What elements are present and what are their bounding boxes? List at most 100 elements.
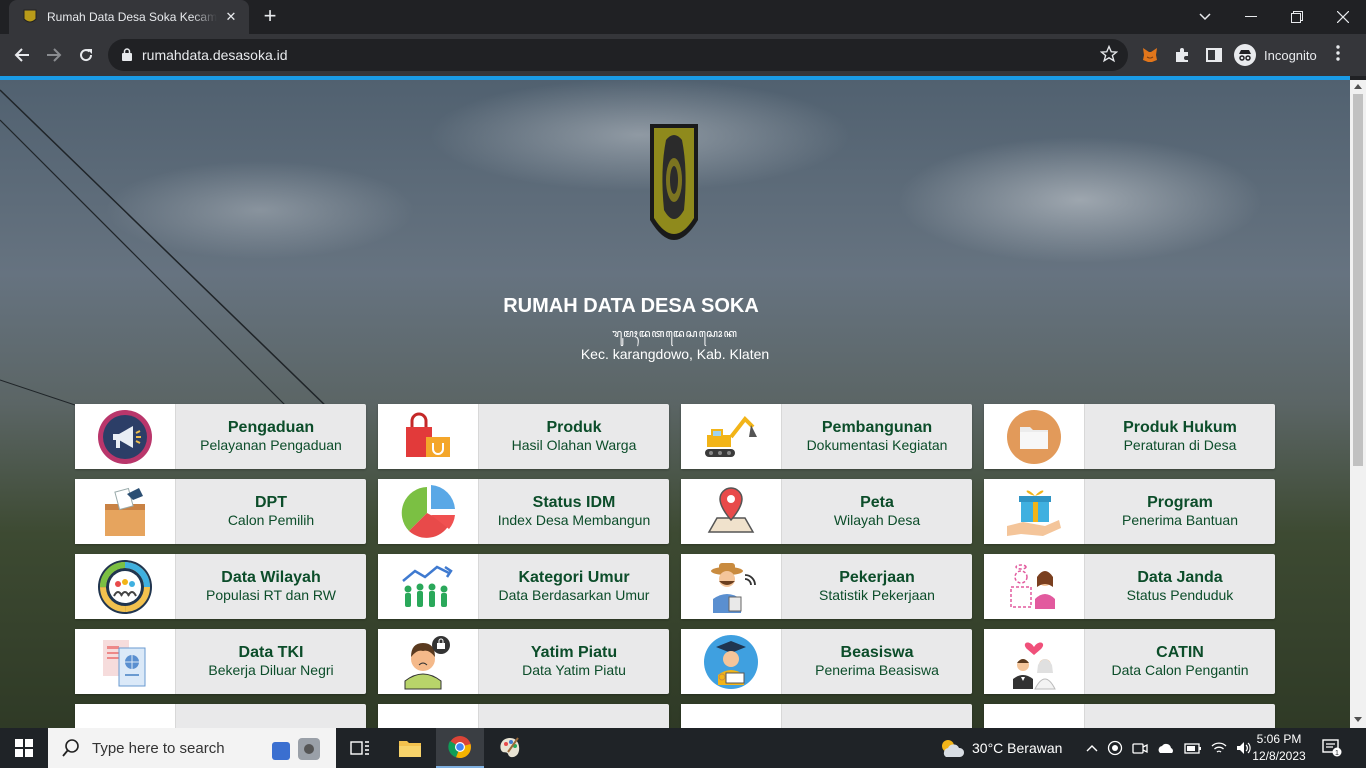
search-highlight-icon (272, 738, 320, 760)
card-title: Data Wilayah (221, 569, 321, 586)
menu-card-pengaduan[interactable]: Pengaduan Pelayanan Pengaduan (75, 404, 366, 469)
card-title: Pengaduan (227, 419, 315, 436)
url-text: rumahdata.desasoka.id (142, 47, 288, 63)
menu-card-data-wilayah[interactable]: Data Wilayah Populasi RT dan RW (75, 554, 366, 619)
weather-widget[interactable]: 30°C Berawan (938, 728, 1062, 768)
chrome-taskbar-button[interactable] (436, 728, 484, 768)
battery-icon[interactable] (1184, 741, 1202, 755)
menu-card-partial[interactable] (75, 704, 366, 728)
browser-toolbar: rumahdata.desasoka.id Incognito (0, 34, 1366, 76)
graduate-icon (704, 634, 758, 689)
taskbar-search-box[interactable]: Type here to search (48, 728, 336, 768)
menu-card-produk-hukum[interactable]: Produk Hukum Peraturan di Desa (984, 404, 1275, 469)
menu-card-catin[interactable]: CATIN Data Calon Pengantin (984, 629, 1275, 694)
menu-card-peta[interactable]: Peta Wilayah Desa (681, 479, 972, 544)
widow-icon (1010, 563, 1055, 609)
side-panel-icon[interactable] (1204, 45, 1224, 65)
search-icon (62, 739, 79, 757)
menu-card-beasiswa[interactable]: Beasiswa Penerima Beasiswa (681, 629, 972, 694)
card-subtitle: Penerima Bantuan (1122, 512, 1238, 528)
record-icon[interactable] (1107, 740, 1123, 756)
file-explorer-button[interactable] (386, 728, 434, 768)
card-title: Pekerjaan (839, 569, 915, 586)
partly-cloudy-icon (942, 740, 965, 757)
menu-card-produk[interactable]: Produk Hasil Olahan Warga (378, 404, 669, 469)
site-title: RUMAH DATA DESA SOKA (503, 295, 759, 317)
card-title: Data TKI (238, 644, 304, 661)
task-view-button[interactable] (336, 728, 384, 768)
metamask-extension-icon[interactable] (1140, 45, 1160, 65)
tab-search-icon[interactable] (1182, 0, 1228, 34)
menu-card-data-janda[interactable]: Data Janda Status Penduduk (984, 554, 1275, 619)
menu-card-pekerjaan[interactable]: Pekerjaan Statistik Pekerjaan (681, 554, 972, 619)
meet-now-icon[interactable] (1132, 740, 1148, 756)
card-title: Produk Hukum (1123, 419, 1237, 436)
browser-menu-icon[interactable] (1336, 45, 1340, 61)
onedrive-icon[interactable] (1157, 740, 1175, 756)
restore-button[interactable] (1274, 0, 1320, 34)
start-button[interactable] (0, 728, 48, 768)
card-subtitle: Pelayanan Pengaduan (200, 437, 342, 453)
minimize-button[interactable] (1228, 0, 1274, 34)
card-title: Yatim Piatu (530, 644, 618, 661)
menu-grid: Pengaduan Pelayanan Pengaduan Produk Hasil… (75, 404, 1275, 728)
paint-taskbar-button[interactable] (486, 728, 534, 768)
svg-text:1: 1 (1335, 750, 1339, 757)
card-subtitle: Wilayah Desa (833, 512, 921, 528)
village-emblem-logo (650, 124, 698, 240)
card-title: Program (1147, 494, 1213, 511)
menu-card-program[interactable]: Program Penerima Bantuan (984, 479, 1275, 544)
extensions-puzzle-icon[interactable] (1172, 45, 1192, 65)
pie-chart-icon (401, 484, 455, 538)
notification-icon: 1 (1322, 739, 1342, 757)
gift-hand-icon (1007, 490, 1061, 536)
menu-card-yatim-piatu[interactable]: Yatim Piatu Data Yatim Piatu (378, 629, 669, 694)
clock-time: 5:06 PM (1256, 732, 1302, 746)
menu-card-kategori-umur[interactable]: Kategori Umur Data Berdasarkan Umur (378, 554, 669, 619)
tab-title: Rumah Data Desa Soka Kecamatan Karangdow… (47, 10, 217, 24)
clock-date: 12/8/2023 (1252, 749, 1306, 763)
notification-center-button[interactable]: 1 (1322, 728, 1342, 768)
tray-chevron-up-icon[interactable] (1086, 744, 1098, 752)
card-title: Kategori Umur (518, 569, 630, 586)
page-viewport: RUMAH DATA DESA SOKA ꦫꦸꦩꦃꦢꦠꦢꦺꦱꦱꦺꦴꦏ Kec. … (0, 80, 1350, 728)
scroll-up-arrow-icon[interactable] (1354, 84, 1362, 89)
back-button[interactable] (8, 41, 36, 69)
forward-button[interactable] (40, 41, 68, 69)
menu-card-dpt[interactable]: DPT Calon Pemilih (75, 479, 366, 544)
incognito-profile-button[interactable]: Incognito (1234, 44, 1317, 66)
bookmark-star-icon[interactable] (1100, 45, 1118, 63)
passport-icon (103, 639, 146, 686)
scrollbar-thumb[interactable] (1353, 94, 1363, 466)
browser-tab[interactable]: Rumah Data Desa Soka Kecamatan Karangdow… (9, 0, 249, 34)
tab-close-icon[interactable]: ✕ (223, 9, 239, 25)
close-window-button[interactable] (1320, 0, 1366, 34)
card-subtitle: Peraturan di Desa (1123, 437, 1237, 453)
card-subtitle: Status Penduduk (1126, 587, 1234, 603)
card-subtitle: Statistik Pekerjaan (819, 587, 935, 603)
menu-card-pembangunan[interactable]: Pembangunan Dokumentasi Kegiatan (681, 404, 972, 469)
menu-card-status-idm[interactable]: Status IDM Index Desa Membangun (378, 479, 669, 544)
address-bar[interactable]: rumahdata.desasoka.id (108, 39, 1128, 71)
new-tab-button[interactable]: + (258, 5, 282, 29)
card-subtitle: Bekerja Diluar Negri (208, 662, 334, 678)
page-scrollbar[interactable] (1350, 80, 1366, 728)
taskbar-clock[interactable]: 5:06 PM 12/8/2023 (1248, 731, 1310, 765)
shopping-bag-icon (406, 412, 450, 457)
menu-card-partial[interactable] (378, 704, 669, 728)
scroll-down-arrow-icon[interactable] (1354, 717, 1362, 722)
map-pin-icon (707, 486, 755, 533)
windows-taskbar: Type here to search 30°C Berawan 5:06 PM… (0, 728, 1366, 768)
card-subtitle: Calon Pemilih (227, 512, 315, 528)
incognito-icon (1234, 44, 1256, 66)
wifi-icon[interactable] (1211, 741, 1227, 755)
menu-card-data-tki[interactable]: Data TKI Bekerja Diluar Negri (75, 629, 366, 694)
menu-card-partial[interactable] (681, 704, 972, 728)
reload-button[interactable] (72, 41, 100, 69)
card-subtitle: Index Desa Membangun (497, 512, 651, 528)
card-title: Data Janda (1137, 569, 1223, 586)
incognito-label: Incognito (1264, 47, 1317, 63)
menu-card-partial[interactable] (984, 704, 1275, 728)
orphan-icon (404, 635, 450, 689)
card-subtitle: Hasil Olahan Warga (511, 437, 637, 453)
